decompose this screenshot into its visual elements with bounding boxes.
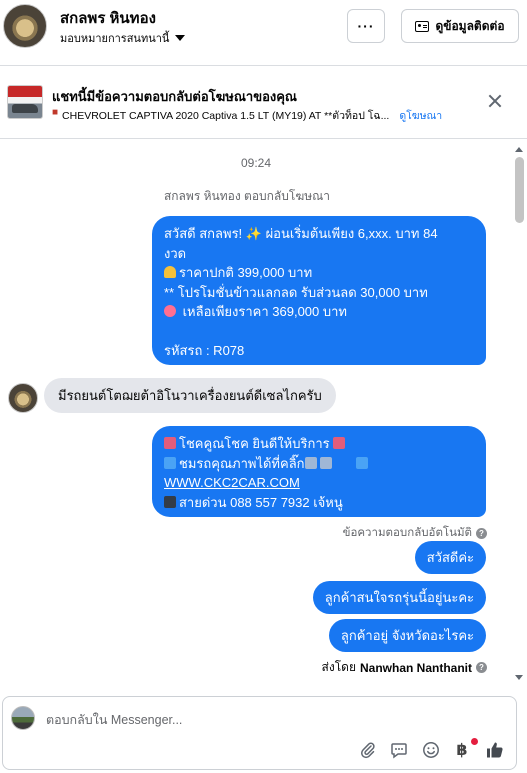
message-line: สายด่วน 088 557 7932 เจ้หนู bbox=[164, 493, 474, 513]
scroll-up-arrow-icon[interactable] bbox=[515, 147, 523, 152]
phone-icon bbox=[164, 495, 176, 508]
car-image bbox=[12, 104, 38, 113]
message-line: ราคาปกติ 399,000 บาท bbox=[164, 263, 474, 283]
slot-icon bbox=[164, 437, 176, 449]
message-timestamp: 09:24 bbox=[240, 156, 272, 170]
message-line: โชคคูณโชค ยินดีให้บริการ bbox=[164, 434, 474, 454]
message-line: สวัสดี สกลพร! ✨ ผ่อนเริ่มต้นเพียง 6,xxx.… bbox=[164, 226, 438, 241]
message-line: ชมรถคุณภาพได้ที่คลิ๊ก bbox=[164, 454, 474, 474]
assign-label: มอบหมายการสนทนานี้ bbox=[60, 33, 170, 45]
website-link[interactable]: WWW.CKC2CAR.COM bbox=[164, 475, 300, 490]
view-ad-link[interactable]: ดูโฆษณา bbox=[399, 107, 442, 124]
message-line: รหัสรถ : R078 bbox=[164, 343, 245, 358]
user-name[interactable]: สกลพร หินทอง bbox=[60, 6, 156, 30]
message-line: ** โปรโมชั่นข้าวแลกลด รับส่วนลด 30,000 บ… bbox=[164, 284, 428, 300]
messenger-conversation: สกลพร หินทอง มอบหมายการสนทนานี้ ··· ดูข้… bbox=[0, 0, 527, 773]
play-icon bbox=[356, 456, 369, 469]
ad-title: แชทนี้มีข้อความตอบกลับต่อโฆษณาของคุณ bbox=[52, 89, 297, 104]
sent-by-note: ส่งโดย Nanwhan Nanthanit ? bbox=[322, 658, 487, 677]
like-icon[interactable] bbox=[484, 739, 506, 761]
scrollbar[interactable] bbox=[513, 145, 526, 685]
more-icon: ··· bbox=[357, 18, 375, 34]
message-line bbox=[164, 322, 474, 342]
outgoing-message[interactable]: สวัสดีค่ะ bbox=[414, 541, 486, 574]
assign-conversation-dropdown[interactable]: มอบหมายการสนทนานี้ bbox=[60, 29, 186, 47]
page-avatar bbox=[11, 706, 35, 730]
outgoing-message[interactable]: สวัสดี สกลพร! ✨ ผ่อนเริ่มต้นเพียง 6,xxx.… bbox=[152, 216, 486, 365]
message-thread[interactable]: 09:24 สกลพร หินทอง ตอบกลับโฆษณา สวัสดี ส… bbox=[0, 140, 527, 688]
play-icon bbox=[164, 456, 176, 469]
info-icon[interactable]: ? bbox=[476, 527, 487, 539]
outgoing-message[interactable]: ลูกค้าสนใจรถรุ่นนี้อยู่นะคะ bbox=[312, 581, 486, 614]
message-line: WWW.CKC2CAR.COM bbox=[164, 473, 474, 493]
emoji-icon[interactable] bbox=[421, 740, 441, 760]
sender-name: Nanwhan Nanthanit bbox=[359, 660, 472, 675]
down-arrow-icon bbox=[304, 456, 317, 469]
contact-card-icon bbox=[415, 20, 430, 32]
down-arrow-icon bbox=[319, 456, 332, 469]
ad-subtitle-row: ■ CHEVROLET CAPTIVA 2020 Captiva 1.5 LT … bbox=[52, 107, 442, 124]
sent-by-label: ส่งโดย bbox=[321, 660, 356, 674]
auto-reply-note: ข้อความตอบกลับอัตโนมัติ ? bbox=[343, 524, 487, 542]
info-icon[interactable]: ? bbox=[476, 662, 487, 673]
outgoing-message[interactable]: ลูกค้าอยู่ จังหวัดอะไรคะ bbox=[328, 619, 486, 652]
notification-dot bbox=[471, 738, 478, 745]
ad-subtitle: CHEVROLET CAPTIVA 2020 Captiva 1.5 LT (M… bbox=[62, 110, 390, 122]
bell-icon bbox=[164, 266, 176, 278]
slot-icon bbox=[333, 437, 346, 449]
car-icon: ■ bbox=[52, 107, 59, 118]
message-line: งวด bbox=[164, 245, 187, 261]
saved-replies-icon[interactable] bbox=[389, 740, 409, 760]
avatar[interactable] bbox=[3, 4, 47, 48]
scrollbar-thumb[interactable] bbox=[515, 157, 524, 223]
incoming-message[interactable]: มีรถยนต์โตฌยต้าอิโนวาเครื่องยนต์ดีเซลไกค… bbox=[44, 378, 336, 413]
view-contact-label: ดูข้อมูลติดต่อ bbox=[435, 18, 505, 33]
more-button[interactable]: ··· bbox=[347, 9, 385, 43]
attach-icon[interactable] bbox=[358, 740, 378, 760]
baht-icon[interactable]: ฿ bbox=[452, 740, 472, 760]
outgoing-message[interactable]: โชคคูณโชค ยินดีให้บริการ ชมรถคุณภาพได้ที… bbox=[152, 426, 486, 517]
reply-input[interactable] bbox=[46, 710, 346, 730]
avatar[interactable] bbox=[8, 383, 38, 413]
ribbon-icon bbox=[164, 305, 176, 317]
system-note: สกลพร หินทอง ตอบกลับโฆษณา bbox=[163, 189, 331, 203]
ad-thumbnail[interactable] bbox=[7, 85, 43, 119]
view-contact-button[interactable]: ดูข้อมูลติดต่อ bbox=[401, 9, 519, 43]
caret-down-icon bbox=[175, 35, 186, 41]
auto-reply-label: ข้อความตอบกลับอัตโนมัติ bbox=[342, 527, 472, 539]
conversation-header: สกลพร หินทอง มอบหมายการสนทนานี้ ··· ดูข้… bbox=[0, 0, 527, 66]
close-icon[interactable] bbox=[486, 92, 504, 110]
message-line: เหลือเพียงราคา 369,000 บาท bbox=[164, 302, 474, 322]
scroll-down-arrow-icon[interactable] bbox=[515, 675, 523, 680]
